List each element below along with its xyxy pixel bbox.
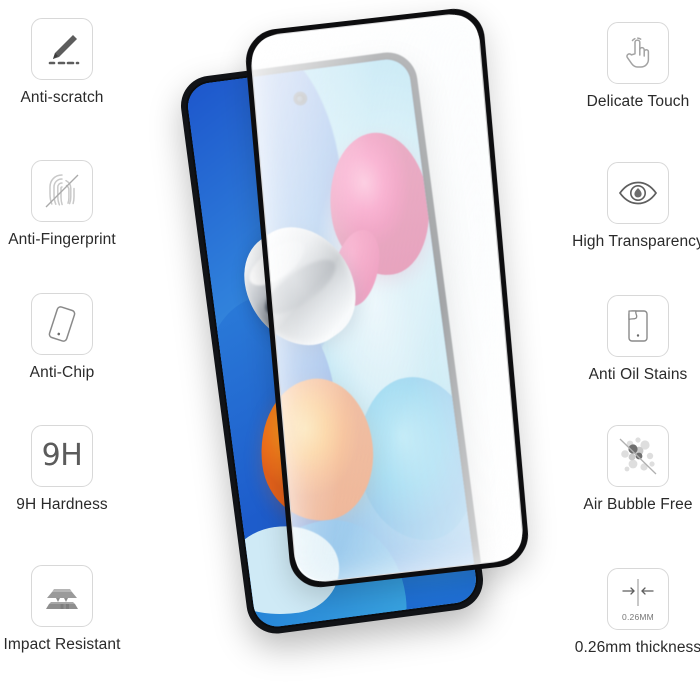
tempered-glass-protector	[243, 5, 531, 591]
feature-label: Air Bubble Free	[583, 496, 693, 513]
feature-anti-chip: Anti-Chip	[0, 293, 152, 381]
pen-scratch-icon	[31, 18, 93, 80]
bubbles-crossed-icon	[607, 425, 669, 487]
tap-hand-icon	[607, 22, 669, 84]
feature-label: Impact Resistant	[3, 636, 121, 653]
thickness-arrows-icon: 0.26MM	[607, 568, 669, 630]
phone-with-protector	[175, 0, 535, 700]
feature-high-transparency: High Transparency	[548, 162, 700, 250]
nine-h-icon: 9H	[31, 425, 93, 487]
feature-impact-resistant: Impact Resistant	[0, 565, 152, 653]
feature-label: Anti Oil Stains	[588, 366, 688, 383]
feature-anti-scratch: Anti-scratch	[0, 18, 152, 106]
feature-anti-fingerprint: Anti-Fingerprint	[0, 160, 152, 248]
glass-sheen	[249, 12, 525, 584]
product-feature-image: Anti-scratch Anti-Fingerprint Anti-Chip …	[0, 0, 700, 700]
tilted-phone-icon	[31, 293, 93, 355]
phone-peel-icon	[607, 295, 669, 357]
glass-edge	[248, 11, 526, 585]
feature-label: Anti-Chip	[29, 364, 95, 381]
feature-anti-oil-stains: Anti Oil Stains	[548, 295, 700, 383]
feature-label: High Transparency	[572, 233, 700, 250]
thickness-value: 0.26MM	[622, 612, 654, 622]
feature-air-bubble-free: Air Bubble Free	[548, 425, 700, 513]
fingerprint-crossed-icon	[31, 160, 93, 222]
layered-plates-icon	[31, 565, 93, 627]
nine-h-text: 9H	[41, 438, 83, 473]
left-feature-column: Anti-scratch Anti-Fingerprint Anti-Chip …	[0, 0, 180, 700]
feature-label: Anti-scratch	[20, 89, 104, 106]
feature-label: Delicate Touch	[586, 93, 690, 110]
feature-label: 0.26mm thickness	[574, 639, 700, 656]
feature-thickness: 0.26MM 0.26mm thickness	[548, 568, 700, 656]
eye-icon	[607, 162, 669, 224]
feature-label: 9H Hardness	[16, 496, 108, 513]
feature-label: Anti-Fingerprint	[8, 231, 116, 248]
feature-delicate-touch: Delicate Touch	[548, 22, 700, 110]
right-feature-column: Delicate Touch High Transparency Anti Oi…	[520, 0, 700, 700]
feature-9h-hardness: 9H 9H Hardness	[0, 425, 152, 513]
